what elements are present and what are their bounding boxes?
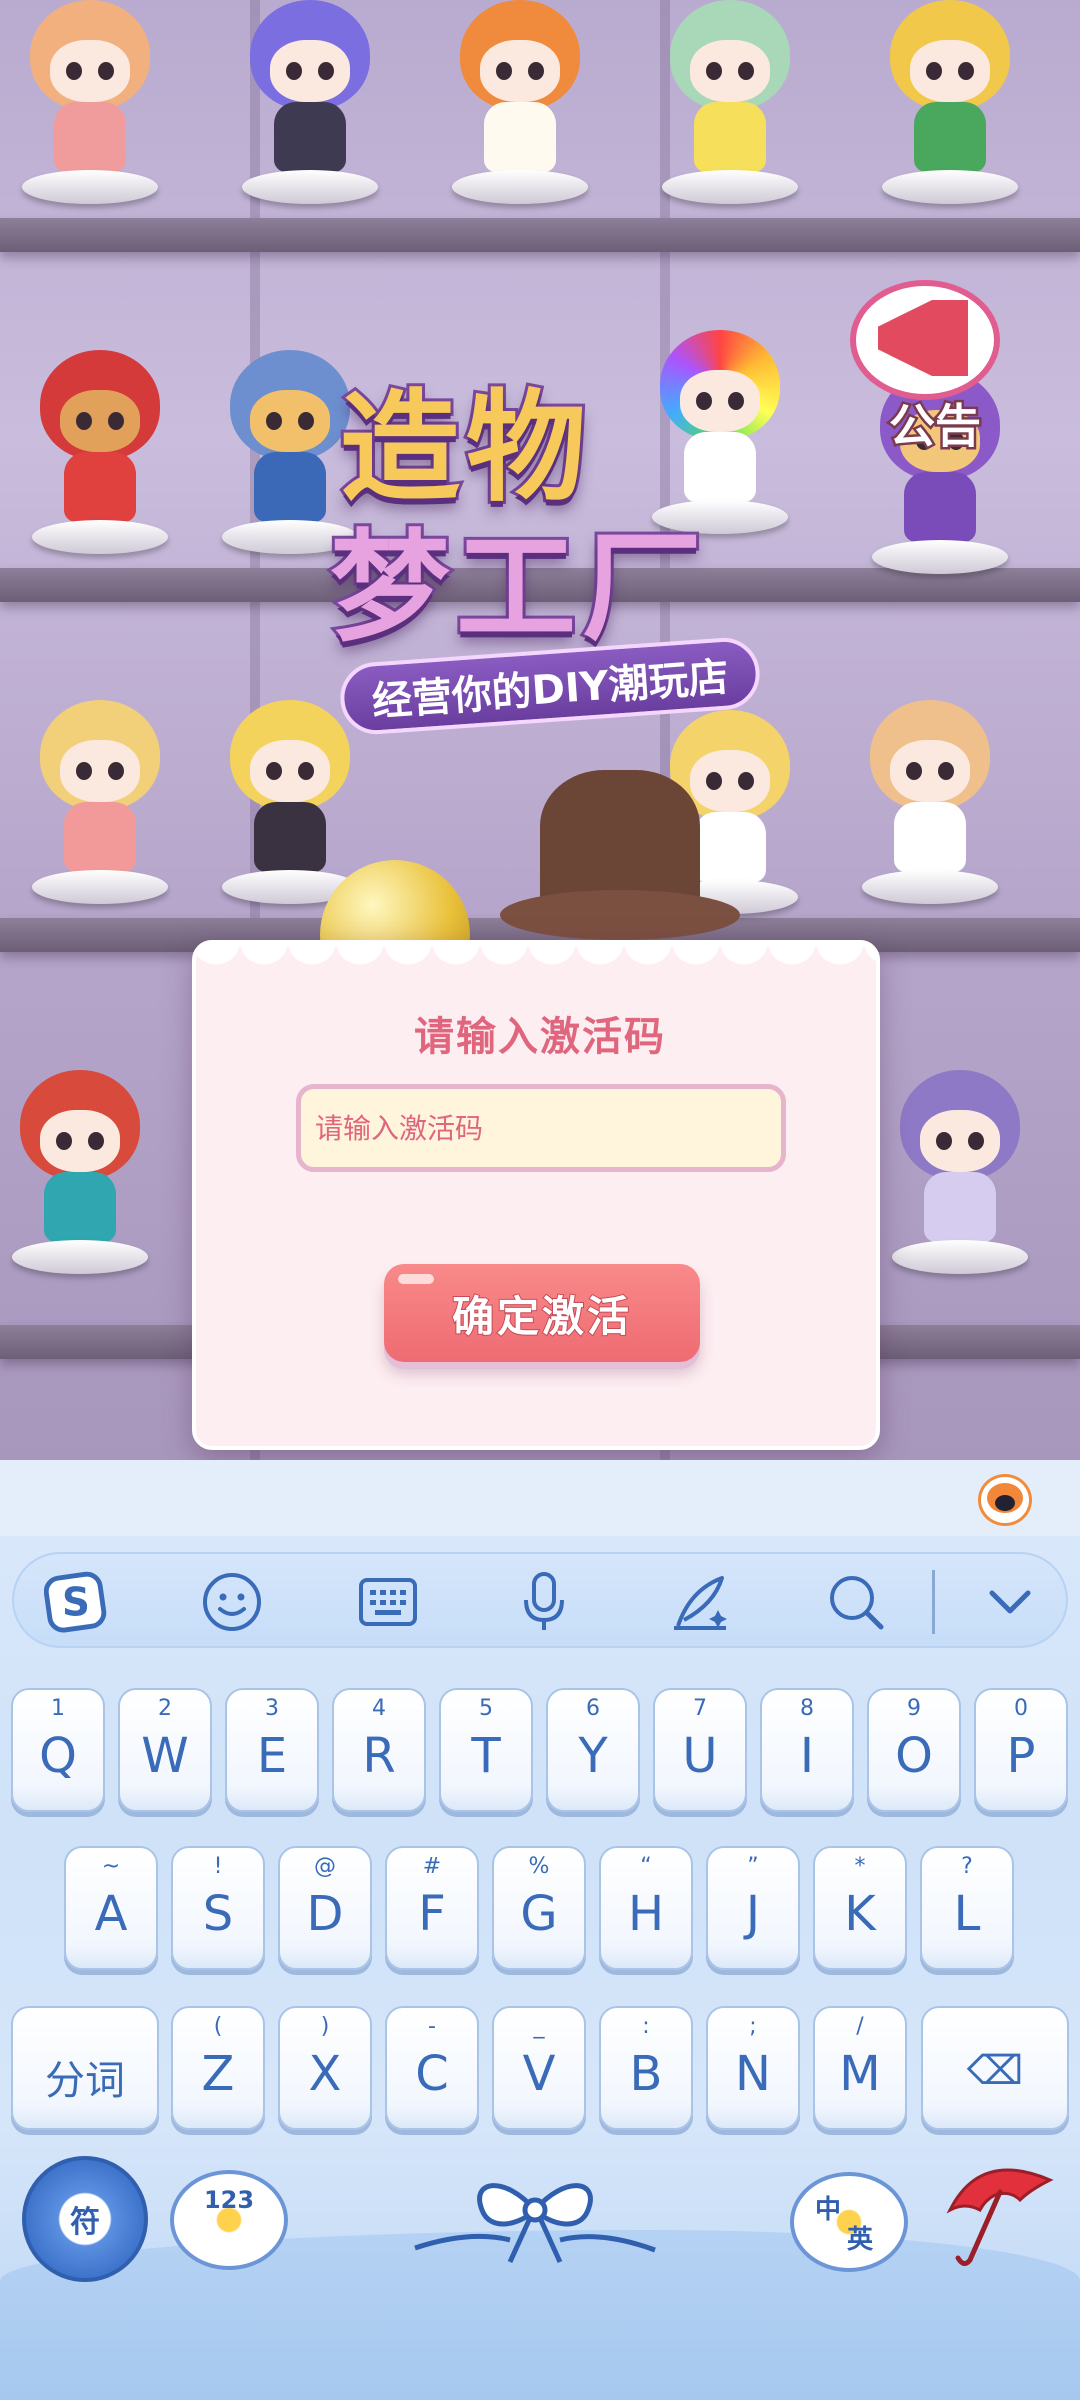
logo-line-2: 梦工厂	[327, 516, 708, 661]
toy-figure	[20, 690, 180, 910]
game-logo: 造物 梦工厂 经营你的DIY潮玩店	[300, 340, 780, 760]
announcement-label: 公告	[887, 397, 984, 456]
key-f[interactable]: # F	[385, 1846, 479, 1970]
keyboard-bottom-row: 符 123 中 英	[0, 2150, 1080, 2400]
keyboard-icon[interactable]	[356, 1572, 420, 1632]
umbrella-icon	[946, 2168, 1054, 2266]
collapse-chevron-icon[interactable]	[978, 1572, 1042, 1632]
symbol-key-label: 符	[70, 2205, 100, 2240]
key-i[interactable]: 8I	[760, 1688, 854, 1812]
key-segment[interactable]: 分词	[11, 2006, 159, 2130]
sogou-logo-icon[interactable]: S	[44, 1571, 108, 1633]
key-t[interactable]: 5T	[439, 1688, 533, 1812]
toy-figure	[880, 1060, 1040, 1280]
top-hat-decoration	[500, 770, 740, 940]
key-y[interactable]: 6Y	[546, 1688, 640, 1812]
toy-figure	[230, 0, 390, 210]
search-icon[interactable]	[824, 1572, 888, 1632]
key-w[interactable]: 2W	[118, 1688, 212, 1812]
key-v[interactable]: _ V	[492, 2006, 586, 2130]
symbol-key[interactable]: 符	[22, 2156, 148, 2282]
key-c[interactable]: -C	[385, 2006, 479, 2130]
key-e[interactable]: 3E	[225, 1688, 319, 1812]
key-k[interactable]: * K	[813, 1846, 907, 1970]
handwriting-icon[interactable]	[668, 1572, 732, 1632]
dialog-scallop-edge	[192, 940, 880, 980]
keyboard-candidate-bar	[0, 1460, 1080, 1536]
svg-text:S: S	[62, 1581, 90, 1626]
enter-key[interactable]	[940, 2150, 1060, 2270]
lang-label-zh: 中	[814, 2194, 841, 2225]
toy-figure	[20, 340, 180, 560]
button-shine	[398, 1274, 434, 1284]
toy-figure	[850, 690, 1010, 910]
key-l[interactable]: ? L	[920, 1846, 1014, 1970]
activation-code-input[interactable]	[296, 1084, 786, 1172]
toolbar-divider	[932, 1570, 935, 1634]
ribbon-bow-icon	[414, 2183, 656, 2264]
language-switch-key[interactable]: 中 英	[790, 2172, 908, 2272]
microphone-icon[interactable]	[512, 1572, 576, 1632]
key-d[interactable]: @ D	[278, 1846, 372, 1970]
confirm-activate-label: 确定激活	[451, 1291, 632, 1342]
activation-dialog: 请输入激活码 确定激活	[192, 940, 880, 1450]
key-b[interactable]: :B	[599, 2006, 693, 2130]
shelf-board	[0, 218, 1080, 252]
key-u[interactable]: 7U	[653, 1688, 747, 1812]
emoji-icon[interactable]	[200, 1572, 264, 1632]
backspace-key[interactable]: ⌫	[921, 2006, 1069, 2130]
key-o[interactable]: 9O	[867, 1688, 961, 1812]
key-p[interactable]: 0P	[974, 1688, 1068, 1812]
toy-figure	[0, 1060, 160, 1280]
key-g[interactable]: % G	[492, 1846, 586, 1970]
key-q[interactable]: 1Q	[11, 1688, 105, 1812]
backspace-icon: ⌫	[966, 2048, 1024, 2094]
toy-figure	[870, 0, 1030, 210]
confirm-activate-button[interactable]: 确定激活	[384, 1264, 700, 1362]
soft-keyboard: S 1Q 2W 3E 4R 5T 6Y 7U 8I 9O 0P ~ A ! S @ D…	[0, 1460, 1080, 2400]
toy-figure	[440, 0, 600, 210]
key-m[interactable]: / M	[813, 2006, 907, 2130]
key-x[interactable]: ) X	[278, 2006, 372, 2130]
lang-label-en: 英	[847, 2224, 874, 2255]
key-a[interactable]: ~ A	[64, 1846, 158, 1970]
toy-figure	[10, 0, 170, 210]
announcement-button[interactable]: 公告	[830, 270, 1030, 470]
key-r[interactable]: 4R	[332, 1688, 426, 1812]
toy-figure	[650, 0, 810, 210]
key-h[interactable]: “H	[599, 1846, 693, 1970]
key-s[interactable]: ! S	[171, 1846, 265, 1970]
keyboard-mascot-icon[interactable]	[978, 1474, 1032, 1526]
key-n[interactable]: ; N	[706, 2006, 800, 2130]
key-z[interactable]: (Z	[171, 2006, 265, 2130]
dialog-title: 请输入激活码	[414, 1014, 666, 1060]
key-j[interactable]: ” J	[706, 1846, 800, 1970]
numbers-key-label: 123	[203, 2186, 255, 2214]
space-key[interactable]	[410, 2170, 660, 2280]
keyboard-toolbar: S	[12, 1552, 1068, 1648]
numbers-key[interactable]: 123	[170, 2170, 288, 2270]
